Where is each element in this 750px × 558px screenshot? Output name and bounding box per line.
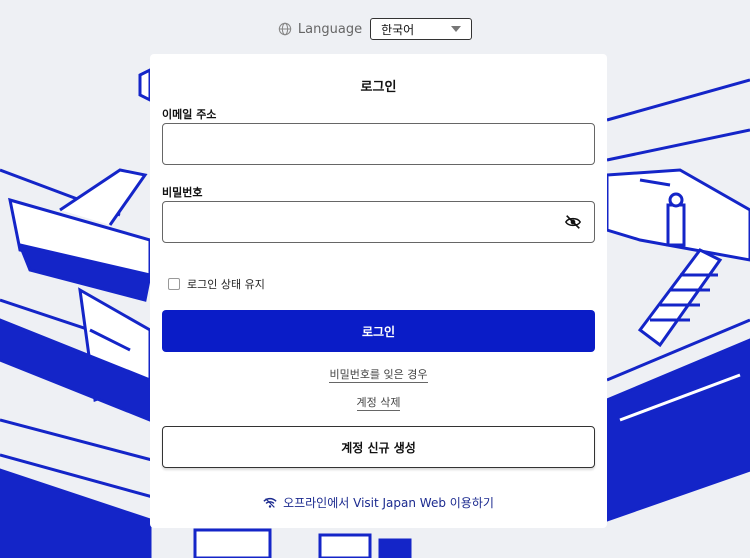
language-select[interactable]: 한국어 bbox=[370, 18, 473, 40]
wifi-icon bbox=[263, 497, 277, 509]
language-selected-value: 한국어 bbox=[381, 22, 415, 37]
chevron-down-icon bbox=[451, 26, 462, 32]
forgot-password-link[interactable]: 비밀번호를 잊은 경우 bbox=[329, 368, 428, 383]
email-field[interactable] bbox=[162, 123, 595, 165]
delete-account-link-row: 계정 삭제 bbox=[150, 394, 607, 411]
login-card: 로그인 이메일 주소 비밀번호 로그인 상태 유지 로그인 비밀번호를 잊은 경… bbox=[150, 54, 607, 528]
remember-me[interactable]: 로그인 상태 유지 bbox=[168, 276, 265, 292]
language-label: Language bbox=[297, 21, 363, 37]
delete-account-link[interactable]: 계정 삭제 bbox=[356, 396, 401, 411]
login-button[interactable]: 로그인 bbox=[162, 310, 595, 352]
remember-checkbox[interactable] bbox=[168, 278, 180, 290]
page-title: 로그인 bbox=[360, 80, 397, 95]
password-label: 비밀번호 bbox=[162, 186, 203, 199]
offline-link[interactable]: 오프라인에서 Visit Japan Web 이용하기 bbox=[150, 494, 607, 511]
forgot-password-link-row: 비밀번호를 잊은 경우 bbox=[150, 366, 607, 383]
offline-link-label[interactable]: 오프라인에서 Visit Japan Web 이용하기 bbox=[283, 494, 494, 511]
create-account-button[interactable]: 계정 신규 생성 bbox=[162, 426, 595, 468]
password-field[interactable] bbox=[162, 201, 595, 243]
language-bar: Language 한국어 bbox=[0, 18, 750, 40]
eye-slash-icon[interactable] bbox=[564, 213, 582, 231]
globe-icon bbox=[278, 22, 292, 36]
email-label: 이메일 주소 bbox=[162, 108, 217, 121]
remember-label: 로그인 상태 유지 bbox=[187, 278, 265, 291]
